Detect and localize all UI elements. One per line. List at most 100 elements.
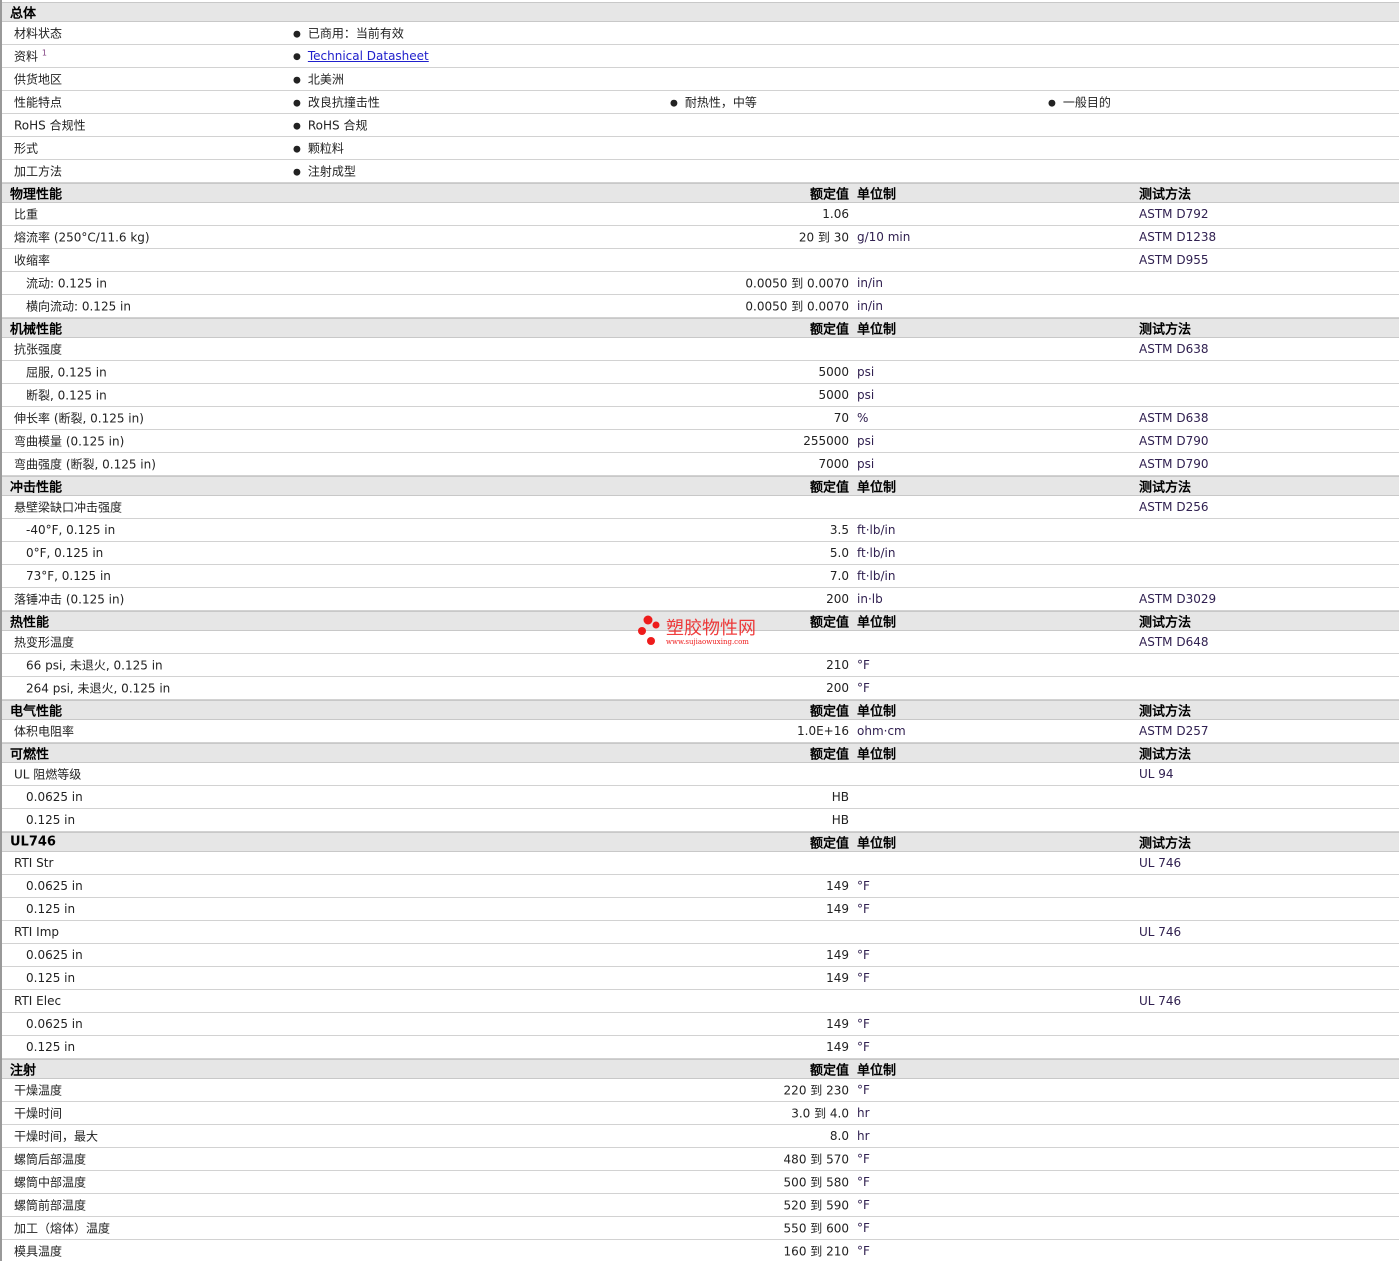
property-unit: °F — [857, 1175, 870, 1189]
property-label: 弯曲模量 (0.125 in) — [14, 434, 125, 449]
section-header: 注射 额定值 单位制 — [2, 1059, 1399, 1079]
section-header: 电气性能 额定值 单位制 测试方法 — [2, 700, 1399, 720]
column-header-method: 测试方法 — [1139, 187, 1192, 203]
section-title: 电气性能 — [10, 704, 63, 720]
column-header-method: 测试方法 — [1139, 836, 1192, 852]
property-label: 0.0625 in — [26, 879, 83, 893]
property-value: HB — [831, 790, 849, 804]
property-unit: °F — [857, 1198, 870, 1212]
test-method: ASTM D257 — [1139, 724, 1209, 738]
property-value: 149 — [826, 1040, 849, 1054]
property-row: 落锤冲击 (0.125 in) 200 in·lb ASTM D3029 — [2, 588, 1399, 611]
column-header-unit: 单位制 — [857, 480, 897, 496]
property-unit: ft·lb/in — [857, 523, 896, 537]
section-title: 可燃性 — [10, 747, 50, 763]
property-value: 200 — [826, 681, 849, 695]
test-method: ASTM D1238 — [1139, 230, 1217, 244]
property-unit: % — [857, 411, 869, 425]
property-row: 66 psi, 未退火, 0.125 in 210 °F — [2, 654, 1399, 677]
property-row: 0.0625 in 149 °F — [2, 1013, 1399, 1036]
row-label: 资料 1 — [14, 48, 47, 65]
property-label: 悬壁梁缺口冲击强度 — [14, 500, 123, 515]
property-unit: g/10 min — [857, 230, 911, 244]
test-method: ASTM D638 — [1139, 342, 1209, 356]
bullet-text: 注射成型 — [307, 164, 356, 179]
property-value: 3.0 到 4.0 — [791, 1106, 849, 1121]
property-row: 0.0625 in 149 °F — [2, 944, 1399, 967]
property-value: 3.5 — [829, 523, 849, 537]
property-label: 横向流动: 0.125 in — [26, 299, 131, 314]
section-header: 可燃性 额定值 单位制 测试方法 — [2, 743, 1399, 763]
property-label: 66 psi, 未退火, 0.125 in — [26, 658, 163, 673]
property-label: 干燥温度 — [14, 1083, 63, 1098]
property-unit: ft·lb/in — [857, 569, 896, 583]
property-row: RTI Elec UL 746 — [2, 990, 1399, 1013]
property-unit: °F — [857, 1017, 870, 1031]
row-label-text: RoHS 合规性 — [14, 118, 86, 133]
property-value: 7000 — [818, 457, 849, 471]
section-title: UL746 — [10, 834, 56, 850]
bullet-item: 注射成型 — [293, 163, 356, 180]
property-value: 255000 — [803, 434, 849, 448]
property-label: 伸长率 (断裂, 0.125 in) — [14, 411, 144, 426]
property-label: 0.125 in — [26, 902, 76, 916]
row-label-text: 供货地区 — [14, 72, 63, 87]
property-value: 20 到 30 — [798, 230, 849, 245]
property-label: 0.125 in — [26, 1040, 76, 1054]
column-header-value: 额定值 — [809, 480, 849, 496]
property-row: 模具温度 160 到 210 °F — [2, 1240, 1399, 1261]
general-row: 加工方法 注射成型 — [2, 160, 1399, 183]
column-header-method: 测试方法 — [1139, 747, 1192, 763]
row-label-text: 形式 — [14, 141, 39, 156]
property-row: 螺筒前部温度 520 到 590 °F — [2, 1194, 1399, 1217]
bullet-text: 已商用：当前有效 — [307, 26, 404, 41]
property-label: RTI Elec — [14, 994, 62, 1008]
property-label: 体积电阻率 — [14, 724, 75, 739]
property-label: 断裂, 0.125 in — [26, 388, 107, 403]
column-header-value: 额定值 — [809, 836, 849, 852]
property-label: 干燥时间 — [14, 1106, 63, 1121]
column-header-value: 额定值 — [809, 187, 849, 203]
property-unit: °F — [857, 681, 870, 695]
bullet-item: Technical Datasheet — [293, 49, 429, 63]
property-value: 520 到 590 — [783, 1198, 849, 1213]
property-value: 200 — [826, 592, 849, 606]
general-row: RoHS 合规性 RoHS 合规 — [2, 114, 1399, 137]
property-label: 螺筒后部温度 — [14, 1152, 87, 1167]
property-row: 加工（熔体）温度 550 到 600 °F — [2, 1217, 1399, 1240]
property-value: 149 — [826, 879, 849, 893]
test-method: UL 746 — [1139, 856, 1182, 870]
row-label-text: 资料 — [14, 49, 39, 64]
section-header: 机械性能 额定值 单位制 测试方法 — [2, 318, 1399, 338]
property-label: 螺筒中部温度 — [14, 1175, 87, 1190]
column-header-unit: 单位制 — [857, 615, 897, 631]
property-label: 0°F, 0.125 in — [26, 546, 104, 560]
property-label: 264 psi, 未退火, 0.125 in — [26, 681, 171, 696]
section-title: 注射 — [10, 1063, 37, 1079]
property-row: 0°F, 0.125 in 5.0 ft·lb/in — [2, 542, 1399, 565]
property-value: 70 — [833, 411, 849, 425]
property-value: 5000 — [818, 388, 849, 402]
property-label: 0.0625 in — [26, 1017, 83, 1031]
bullet-item: 颗粒料 — [293, 140, 344, 157]
property-value: 7.0 — [829, 569, 849, 583]
general-row: 资料 1 Technical Datasheet — [2, 45, 1399, 68]
section-title: 物理性能 — [10, 187, 63, 203]
property-value: 149 — [826, 902, 849, 916]
section-title: 机械性能 — [10, 322, 63, 338]
datasheet-link[interactable]: Technical Datasheet — [308, 49, 429, 63]
property-label: 落锤冲击 (0.125 in) — [14, 592, 125, 607]
property-label: -40°F, 0.125 in — [26, 523, 116, 537]
property-row: 断裂, 0.125 in 5000 psi — [2, 384, 1399, 407]
property-row: 弯曲模量 (0.125 in) 255000 psi ASTM D790 — [2, 430, 1399, 453]
property-label: 屈服, 0.125 in — [26, 365, 107, 380]
property-value: 550 到 600 — [783, 1221, 849, 1236]
property-unit: hr — [857, 1106, 870, 1120]
test-method: ASTM D3029 — [1139, 592, 1217, 606]
property-label: 0.125 in — [26, 971, 76, 985]
row-label: 性能特点 — [14, 94, 62, 111]
bullet-item: 耐热性，中等 — [670, 94, 757, 111]
general-row: 材料状态 已商用：当前有效 — [2, 22, 1399, 45]
test-method: ASTM D955 — [1139, 253, 1209, 267]
row-label-text: 性能特点 — [14, 95, 63, 110]
